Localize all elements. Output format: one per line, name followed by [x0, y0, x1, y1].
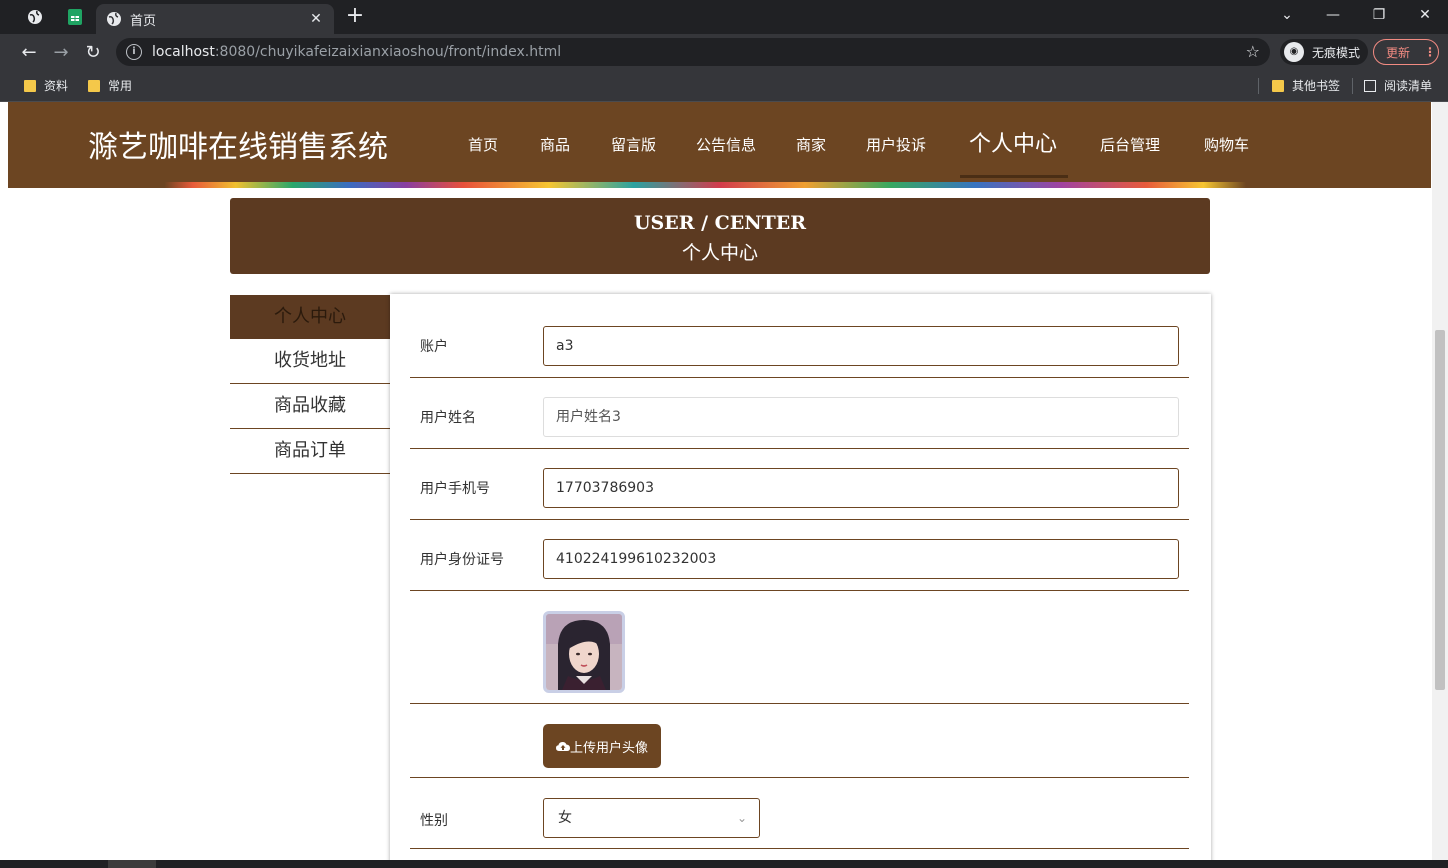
- url-text: localhost:8080/chuyikafeizaixianxiaoshou…: [152, 44, 562, 60]
- idcard-label: 用户身份证号: [420, 552, 504, 568]
- new-tab-button[interactable]: +: [342, 5, 368, 29]
- side-menu: 个人中心 收货地址 商品收藏 商品订单: [230, 295, 390, 474]
- menu-dots-icon: ⋮: [1424, 45, 1437, 59]
- bookmark-folder-ziliao[interactable]: 资料: [24, 77, 68, 94]
- reading-list[interactable]: 阅读清单: [1364, 77, 1432, 94]
- globe-icon: [107, 12, 121, 26]
- side-item-favorites[interactable]: 商品收藏: [230, 384, 390, 429]
- star-icon[interactable]: ☆: [1246, 42, 1260, 61]
- info-icon[interactable]: i: [126, 44, 142, 60]
- gender-select[interactable]: 女 ⌄: [543, 798, 760, 838]
- banner-title-en: USER / CENTER: [633, 212, 807, 234]
- form-row-avatar: [410, 591, 1189, 704]
- incognito-icon: ◉: [1284, 42, 1304, 62]
- account-input[interactable]: a3: [543, 326, 1179, 366]
- banner-title-zh: 个人中心: [681, 242, 758, 264]
- nav-user-center[interactable]: 个人中心: [969, 126, 1057, 158]
- profile-form: 账户 a3 用户姓名 用户姓名3 用户手机号 17703786903 用户身份证…: [390, 294, 1211, 860]
- idcard-input[interactable]: 410224199610232003: [543, 539, 1179, 579]
- nav-home[interactable]: 首页: [468, 134, 498, 155]
- form-row-name: 用户姓名 用户姓名3: [410, 378, 1189, 449]
- nav-announcements[interactable]: 公告信息: [696, 134, 756, 155]
- active-nav-indicator: [960, 175, 1068, 178]
- minimize-button[interactable]: —: [1310, 0, 1356, 30]
- side-item-user-center[interactable]: 个人中心: [230, 295, 390, 339]
- bookmark-other[interactable]: 其他书签: [1272, 77, 1340, 94]
- back-button[interactable]: ←: [16, 39, 42, 65]
- phone-label: 用户手机号: [420, 481, 490, 497]
- upload-avatar-button[interactable]: 上传用户头像: [543, 724, 661, 768]
- update-button[interactable]: 更新 ⋮: [1373, 39, 1439, 65]
- name-label: 用户姓名: [420, 410, 476, 426]
- form-row-idcard: 用户身份证号 410224199610232003: [410, 520, 1189, 591]
- reload-button[interactable]: ↻: [80, 39, 106, 65]
- form-row-upload: 上传用户头像: [410, 704, 1189, 778]
- nav-products[interactable]: 商品: [540, 134, 570, 155]
- sheets-icon[interactable]: [60, 4, 90, 30]
- nav-merchants[interactable]: 商家: [796, 134, 826, 155]
- page-banner: USER / CENTER 个人中心: [230, 198, 1210, 274]
- header-decoration: [8, 182, 1431, 188]
- nav-cart[interactable]: 购物车: [1204, 134, 1249, 155]
- close-window-button[interactable]: ✕: [1402, 0, 1448, 30]
- browser-tab-bar: 首页 ✕ + ⌄ — ❐ ✕: [0, 0, 1448, 34]
- incognito-badge[interactable]: ◉ 无痕模式: [1280, 39, 1368, 65]
- side-item-orders[interactable]: 商品订单: [230, 429, 390, 474]
- folder-icon: [88, 79, 100, 92]
- browser-toolbar: ← → ↻ i localhost:8080/chuyikafeizaixian…: [0, 34, 1448, 70]
- form-row-gender: 性别 女 ⌄: [410, 778, 1189, 849]
- chevron-down-icon: ⌄: [736, 811, 747, 825]
- bookmark-folder-changyong[interactable]: 常用: [88, 77, 132, 94]
- site-header: 滁艺咖啡在线销售系统 首页 商品 留言版 公告信息 商家 用户投诉 个人中心 后…: [8, 102, 1431, 188]
- globe-icon[interactable]: [20, 4, 50, 30]
- chevron-down-icon[interactable]: ⌄: [1264, 0, 1310, 30]
- phone-input[interactable]: 17703786903: [543, 468, 1179, 508]
- tab-home[interactable]: 首页 ✕: [96, 4, 334, 34]
- nav-complaints[interactable]: 用户投诉: [866, 134, 926, 155]
- account-label: 账户: [420, 339, 448, 355]
- folder-icon: [1272, 79, 1284, 92]
- user-avatar: [543, 611, 625, 693]
- address-bar[interactable]: i localhost:8080/chuyikafeizaixianxiaosh…: [116, 38, 1270, 66]
- forward-button[interactable]: →: [48, 39, 74, 65]
- page-viewport: 滁艺咖啡在线销售系统 首页 商品 留言版 公告信息 商家 用户投诉 个人中心 后…: [0, 102, 1448, 860]
- name-input[interactable]: 用户姓名3: [543, 397, 1179, 437]
- taskbar-strip: [0, 860, 1448, 868]
- form-row-account: 账户 a3: [410, 294, 1189, 378]
- close-icon[interactable]: ✕: [308, 11, 324, 27]
- site-title: 滁艺咖啡在线销售系统: [88, 130, 388, 165]
- folder-icon: [24, 79, 36, 92]
- scrollbar-thumb[interactable]: [1435, 330, 1445, 690]
- side-item-address[interactable]: 收货地址: [230, 339, 390, 384]
- restore-button[interactable]: ❐: [1356, 0, 1402, 30]
- form-row-phone: 用户手机号 17703786903: [410, 449, 1189, 520]
- cloud-upload-icon: [555, 741, 570, 751]
- nav-message-board[interactable]: 留言版: [611, 134, 656, 155]
- reading-list-icon: [1364, 79, 1376, 92]
- bookmarks-bar: 资料 常用 其他书签 阅读清单: [0, 70, 1448, 102]
- gender-label: 性别: [420, 813, 448, 829]
- scrollbar[interactable]: [1432, 102, 1448, 860]
- tab-title: 首页: [130, 13, 157, 29]
- nav-admin[interactable]: 后台管理: [1100, 134, 1160, 155]
